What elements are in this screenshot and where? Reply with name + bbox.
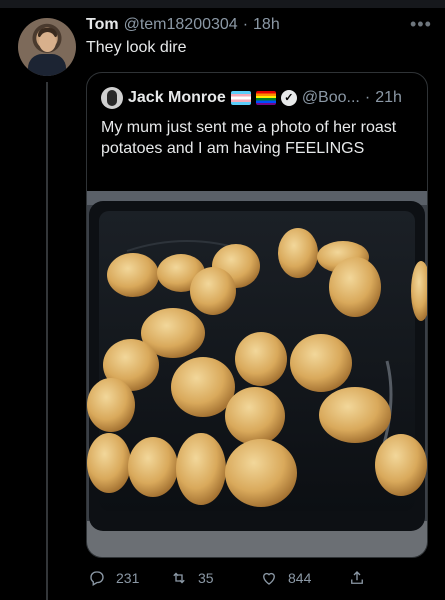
retweet-count: 35 bbox=[198, 570, 214, 586]
like-count: 844 bbox=[288, 570, 312, 586]
more-horizontal-icon[interactable]: ••• bbox=[410, 14, 432, 35]
reply-button[interactable]: 231 bbox=[88, 566, 139, 590]
retweet-icon bbox=[173, 572, 185, 584]
tweet-actions: 231 35 844 bbox=[88, 566, 388, 590]
transgender-flag-emoji bbox=[230, 91, 251, 105]
like-button[interactable]: 844 bbox=[260, 566, 311, 590]
photo-roast-potatoes[interactable] bbox=[87, 191, 427, 557]
author-name[interactable]: Tom bbox=[86, 16, 119, 34]
rainbow-flag-emoji bbox=[255, 91, 276, 105]
separator-dot: · bbox=[364, 89, 371, 106]
reply-icon bbox=[90, 571, 104, 586]
avatar-face bbox=[39, 32, 56, 52]
retweet-button[interactable]: 35 bbox=[170, 566, 214, 590]
reply-count: 231 bbox=[116, 570, 140, 586]
tweet-text: They look dire bbox=[86, 39, 187, 56]
separator-dot: · bbox=[242, 16, 249, 33]
like-icon bbox=[263, 572, 275, 585]
quoted-tweet-card[interactable]: Jack Monroe ✓ @Boo... · 21h My mum just … bbox=[86, 72, 428, 558]
quoted-tweet-header: Jack Monroe ✓ @Boo... · 21h bbox=[101, 87, 402, 109]
share-button[interactable] bbox=[348, 566, 366, 590]
quoted-tweet-text: My mum just sent me a photo of her roast… bbox=[101, 119, 397, 157]
tweet-timestamp[interactable]: 18h bbox=[253, 16, 280, 34]
quoted-author-name: Jack Monroe bbox=[128, 89, 226, 106]
roast-potatoes-illustration bbox=[87, 191, 427, 557]
quoted-avatar bbox=[101, 87, 123, 109]
author-handle[interactable]: @tem18200304 bbox=[124, 16, 238, 34]
top-bar bbox=[0, 0, 445, 8]
avatar[interactable] bbox=[18, 18, 76, 76]
thread-line bbox=[46, 82, 48, 600]
verified-badge-icon: ✓ bbox=[280, 90, 297, 106]
quoted-author-handle: @Boo... bbox=[301, 89, 360, 106]
avatar-suit bbox=[28, 54, 66, 76]
share-icon bbox=[351, 571, 363, 584]
quoted-timestamp: 21h bbox=[375, 89, 402, 106]
tweet-header: Tom @tem18200304 · 18h bbox=[86, 16, 280, 34]
